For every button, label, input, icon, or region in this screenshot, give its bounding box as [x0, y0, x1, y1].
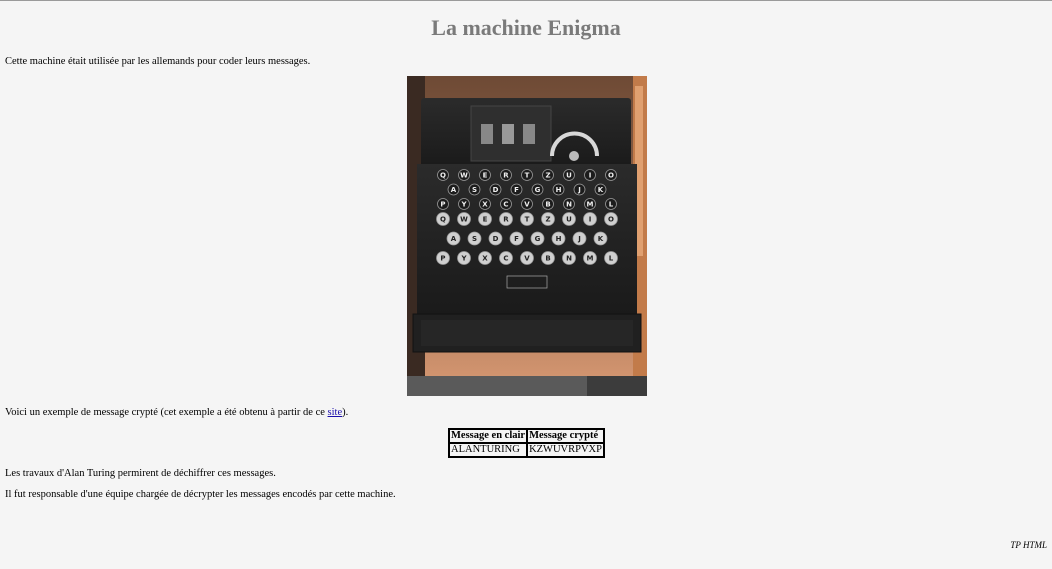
lamp-label-w: W	[460, 172, 468, 180]
page-title: La machine Enigma	[431, 15, 621, 40]
lamp-label-v: V	[524, 201, 530, 209]
lamp-label-t: T	[525, 172, 530, 180]
lamp-label-a: A	[451, 186, 457, 194]
header-plain: Message en clair	[449, 429, 528, 443]
message-table: Message en clair Message crypté ALANTURI…	[448, 428, 605, 458]
key-label-u: U	[566, 216, 572, 224]
key-label-k: K	[598, 235, 604, 243]
enigma-machine-image: Q W E R T Z U I O A S D F G H J K P Y X C V B N M L Q W E R T Z U I O A S D F…	[407, 76, 647, 396]
key-label-a: A	[451, 235, 457, 243]
lamp-label-h: H	[556, 186, 562, 194]
footer-note: TP HTML	[1010, 540, 1047, 550]
lamp-label-j: J	[577, 186, 581, 194]
lamp-label-m: M	[587, 201, 594, 209]
lamp-label-d: D	[493, 186, 499, 194]
example-text-after: ).	[342, 407, 349, 418]
table-row: ALANTURING KZWUVRPVXP	[449, 443, 604, 457]
turing-paragraph: Les travaux d'Alan Turing permirent de d…	[5, 468, 276, 479]
key-label-x: X	[482, 255, 488, 263]
lamp-label-p: P	[440, 201, 445, 209]
lamp-label-q: Q	[440, 172, 446, 180]
cell-encrypted: KZWUVRPVXP	[527, 443, 604, 457]
lamp-label-x: X	[482, 201, 488, 209]
cell-plain: ALANTURING	[449, 443, 528, 457]
key-label-j: J	[577, 235, 581, 243]
lamp-label-b: B	[545, 201, 550, 209]
key-label-y: Y	[460, 255, 467, 263]
lamp-label-k: K	[598, 186, 604, 194]
lamp-label-u: U	[566, 172, 572, 180]
key-label-v: V	[524, 255, 530, 263]
table-header-row: Message en clair Message crypté	[449, 429, 604, 443]
lamp-label-z: Z	[545, 172, 550, 180]
lamp-label-f: F	[514, 186, 519, 194]
lamp-label-g: G	[535, 186, 541, 194]
lamp-label-l: L	[609, 201, 614, 209]
lamp-label-s: S	[472, 186, 477, 194]
lamp-label-r: R	[503, 172, 509, 180]
key-label-i: I	[589, 216, 592, 224]
key-label-z: Z	[545, 216, 550, 224]
key-label-q: Q	[440, 216, 446, 224]
site-link[interactable]: site	[328, 407, 343, 418]
key-label-d: D	[493, 235, 499, 243]
lamp-label-y: Y	[460, 201, 467, 209]
key-label-f: F	[514, 235, 519, 243]
intro-paragraph: Cette machine était utilisée par les all…	[5, 56, 311, 67]
key-label-p: P	[440, 255, 445, 263]
key-label-t: T	[525, 216, 530, 224]
key-label-c: C	[503, 255, 508, 263]
lamp-label-i: I	[589, 172, 592, 180]
top-border-line	[0, 0, 1052, 1]
example-text-before: Voici un exemple de message crypté (cet …	[5, 407, 328, 418]
key-label-g: G	[535, 235, 541, 243]
key-label-s: S	[472, 235, 477, 243]
key-label-w: W	[460, 216, 468, 224]
key-label-o: O	[608, 216, 614, 224]
key-label-l: L	[609, 255, 614, 263]
example-paragraph: Voici un exemple de message crypté (cet …	[5, 406, 348, 419]
key-label-b: B	[545, 255, 550, 263]
lamp-label-o: O	[608, 172, 614, 180]
team-paragraph: Il fut responsable d'une équipe chargée …	[5, 489, 396, 500]
key-label-h: H	[556, 235, 562, 243]
key-label-r: R	[503, 216, 509, 224]
lamp-label-c: C	[503, 201, 508, 209]
key-label-m: M	[587, 255, 594, 263]
lamp-label-e: E	[483, 172, 488, 180]
header-encrypted: Message crypté	[527, 429, 604, 443]
key-label-e: E	[483, 216, 488, 224]
lamp-label-n: N	[566, 201, 572, 209]
key-label-n: N	[566, 255, 572, 263]
